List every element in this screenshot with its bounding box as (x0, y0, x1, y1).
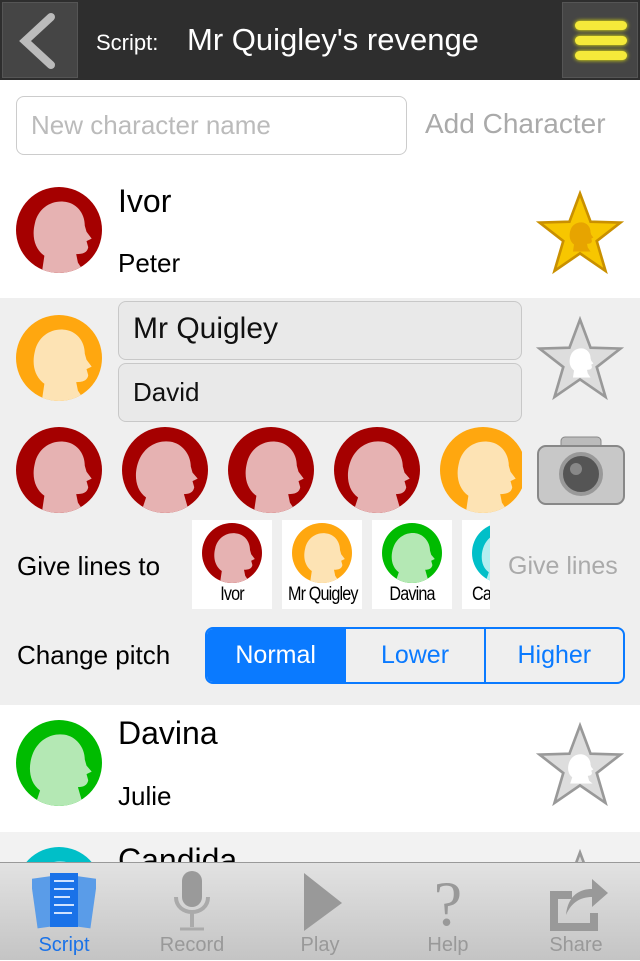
avatar-choice-orange-male[interactable] (440, 427, 522, 513)
avatar (16, 720, 102, 806)
pitch-normal[interactable]: Normal (207, 629, 345, 682)
avatar-choice-red-male[interactable] (16, 427, 102, 513)
chevron-left-icon (19, 13, 55, 69)
share-icon (550, 879, 608, 931)
character-name: Davina (118, 715, 218, 751)
microphone-icon (174, 871, 210, 931)
tab-bar: Script Record Play ? Help Share (0, 862, 640, 960)
tab-script[interactable]: Script (0, 863, 128, 961)
camera-icon[interactable] (537, 436, 625, 506)
avatar-choice-red-male[interactable] (334, 427, 420, 513)
avatar (16, 187, 102, 273)
question-mark-icon: ? (434, 869, 462, 933)
avatar-choices (0, 427, 522, 517)
svg-text:?: ? (434, 869, 462, 933)
avatar-choice-red-male[interactable] (228, 427, 314, 513)
star-icon[interactable] (535, 316, 625, 404)
pitch-higher[interactable]: Higher (483, 629, 623, 682)
character-name-field[interactable]: Mr Quigley (118, 301, 522, 360)
give-lines-button[interactable]: Give lines (508, 552, 618, 581)
header: Script: Mr Quigley's revenge (0, 0, 640, 80)
back-button[interactable] (2, 2, 78, 78)
avatar-choice-red-female[interactable] (122, 427, 208, 513)
new-character-name-input[interactable] (16, 96, 407, 155)
star-icon[interactable] (535, 722, 625, 810)
tab-play[interactable]: Play (256, 863, 384, 961)
pitch-lower[interactable]: Lower (344, 629, 483, 682)
tab-record[interactable]: Record (128, 863, 256, 961)
actor-name: Julie (118, 781, 172, 811)
menu-button[interactable] (562, 2, 638, 78)
character-row-davina[interactable]: Davina Julie (0, 705, 640, 832)
play-icon (304, 873, 342, 931)
character-row-ivor[interactable]: Ivor Peter (0, 175, 640, 298)
actor-name-field[interactable]: David (118, 363, 522, 422)
page-title: Mr Quigley's revenge (187, 22, 479, 57)
tab-share[interactable]: Share (512, 863, 640, 961)
change-pitch-label: Change pitch (17, 640, 171, 670)
avatar (16, 315, 102, 401)
give-lines-label: Give lines to (17, 551, 161, 581)
add-character-button[interactable]: Add Character (425, 108, 606, 140)
pitch-segmented-control: Normal Lower Higher (205, 627, 625, 684)
script-icon (32, 873, 96, 929)
character-name: Ivor (118, 183, 172, 219)
actor-name: Peter (118, 248, 181, 278)
tab-help[interactable]: ? Help (384, 863, 512, 961)
title-label: Script: (96, 30, 159, 55)
star-icon[interactable] (535, 190, 625, 278)
